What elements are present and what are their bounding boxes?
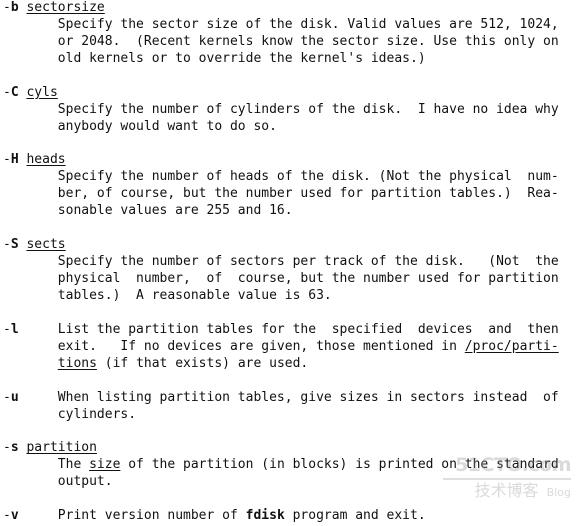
line-text: or 2048. (Recent kernels know the sector… (3, 33, 559, 49)
man-line: or 2048. (Recent kernels know the sector… (3, 34, 559, 51)
option-flag: s (10, 440, 19, 456)
option-flag: u (10, 389, 19, 405)
line-text: cylinders. (3, 406, 137, 422)
man-line: -H heads (3, 152, 559, 169)
line-text: - (3, 237, 11, 253)
line-text: - (3, 152, 11, 168)
argument-text: heads (26, 152, 66, 168)
line-text: physical number, of course, but the numb… (3, 271, 559, 286)
man-line: -b sectorsize (3, 0, 559, 17)
argument-text: sects (26, 237, 66, 253)
man-line: exit. If no devices are given, those men… (3, 339, 559, 356)
line-text: sonable values are 255 and 16. (3, 203, 293, 219)
line-text: Specify the number of heads of the disk.… (3, 169, 559, 185)
line-text: When listing partition tables, give size… (18, 389, 559, 405)
option-flag: C (10, 84, 19, 100)
man-line: tables.) A reasonable value is 63. (3, 288, 559, 305)
man-line: The size of the partition (in blocks) is… (3, 457, 559, 474)
man-line: output. (3, 474, 559, 491)
line-text: anybody would want to do so. (3, 118, 277, 134)
option-flag: fdisk (245, 508, 285, 524)
option-flag: v (10, 508, 19, 524)
argument-text: cyls (26, 84, 58, 100)
line-text: List the partition tables for the specif… (18, 321, 559, 337)
argument-text: size (89, 457, 121, 473)
man-line: Specify the number of sectors per track … (3, 254, 559, 271)
line-text: - (3, 440, 11, 456)
line-text: - (3, 0, 11, 15)
argument-text: partition (26, 440, 97, 456)
man-line: ber, of course, but the number used for … (3, 186, 559, 203)
line-text: output. (3, 474, 113, 490)
line-text: - (3, 389, 11, 405)
line-text: Specify the sector size of the disk. Val… (3, 16, 559, 32)
man-line: sonable values are 255 and 16. (3, 203, 559, 220)
man-line: Specify the number of cylinders of the d… (3, 102, 559, 119)
line-text: - (3, 321, 11, 337)
option-flag: l (10, 321, 19, 337)
man-line: cylinders. (3, 407, 559, 424)
line-text: (if that exists) are used. (96, 355, 309, 371)
line-text: Specify the number of sectors per track … (3, 254, 559, 270)
line-text: tables.) A reasonable value is 63. (3, 287, 332, 303)
line-text: Print version number of (18, 508, 246, 524)
argument-text: tions (57, 355, 97, 371)
man-line: -C cyls (3, 85, 559, 102)
man-line: tions (if that exists) are used. (3, 356, 559, 373)
man-line: anybody would want to do so. (3, 119, 559, 136)
option-flag: b (10, 0, 19, 15)
man-line: -v Print version number of fdisk program… (3, 508, 559, 525)
line-text: of the partition (in blocks) is printed … (120, 457, 559, 473)
line-text: ber, of course, but the number used for … (3, 186, 559, 202)
man-page-text: -b sectorsize Specify the sector size of… (3, 0, 559, 525)
line-text (3, 356, 58, 371)
line-text: - (3, 508, 11, 524)
line-text: program and exit. (284, 508, 426, 524)
man-line: physical number, of course, but the numb… (3, 271, 559, 288)
man-line: Specify the number of heads of the disk.… (3, 169, 559, 186)
line-text: Specify the number of cylinders of the d… (3, 101, 559, 117)
line-text: exit. If no devices are given, those men… (3, 338, 465, 354)
man-line: -u When listing partition tables, give s… (3, 390, 559, 407)
line-text: The (3, 457, 90, 473)
man-line: -l List the partition tables for the spe… (3, 322, 559, 339)
line-text: - (3, 84, 11, 100)
man-line: Specify the sector size of the disk. Val… (3, 17, 559, 34)
option-flag: S (10, 237, 19, 253)
argument-text: /proc/parti- (464, 338, 559, 354)
man-line: -s partition (3, 440, 559, 457)
option-flag: H (10, 152, 19, 168)
man-line: old kernels or to override the kernel's … (3, 51, 559, 68)
argument-text: sectorsize (26, 0, 105, 15)
man-line: -S sects (3, 237, 559, 254)
line-text: old kernels or to override the kernel's … (3, 50, 426, 66)
